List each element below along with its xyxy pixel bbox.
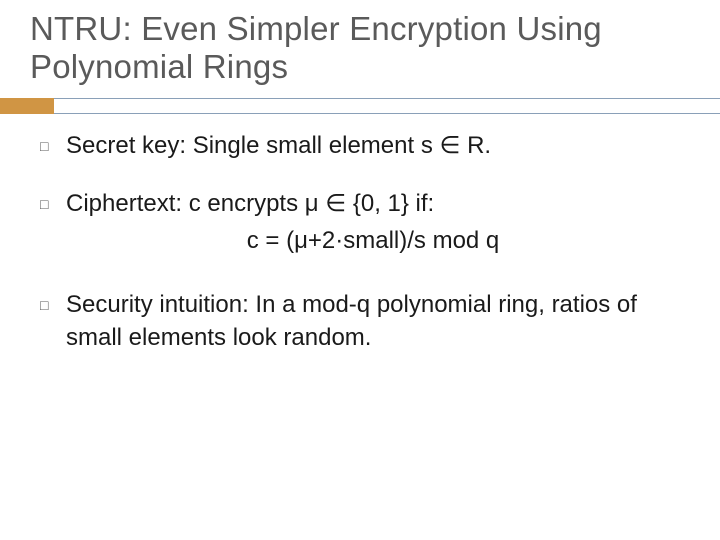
list-item: □ Ciphertext: c encrypts μ ∈ {0, 1} if: … bbox=[40, 188, 680, 263]
slide: NTRU: Even Simpler Encryption Using Poly… bbox=[0, 0, 720, 540]
list-item-text: Ciphertext: c encrypts μ ∈ {0, 1} if: c … bbox=[66, 188, 680, 263]
list-item-lead: Ciphertext: c encrypts μ ∈ {0, 1} if: bbox=[66, 190, 434, 217]
accent-block bbox=[0, 98, 54, 114]
slide-body: □ Secret key: Single small element s ∈ R… bbox=[40, 130, 680, 380]
formula-text: c = (μ+2·small)/s mod q bbox=[66, 225, 680, 257]
list-item: □ Security intuition: In a mod-q polynom… bbox=[40, 289, 680, 354]
list-item: □ Secret key: Single small element s ∈ R… bbox=[40, 130, 680, 162]
list-item-text: Security intuition: In a mod-q polynomia… bbox=[66, 289, 680, 354]
divider-line bbox=[54, 98, 720, 114]
bullet-icon: □ bbox=[40, 130, 66, 162]
bullet-icon: □ bbox=[40, 188, 66, 263]
slide-title: NTRU: Even Simpler Encryption Using Poly… bbox=[30, 10, 690, 86]
title-underline bbox=[0, 98, 720, 114]
bullet-icon: □ bbox=[40, 289, 66, 354]
list-item-text: Secret key: Single small element s ∈ R. bbox=[66, 130, 680, 162]
